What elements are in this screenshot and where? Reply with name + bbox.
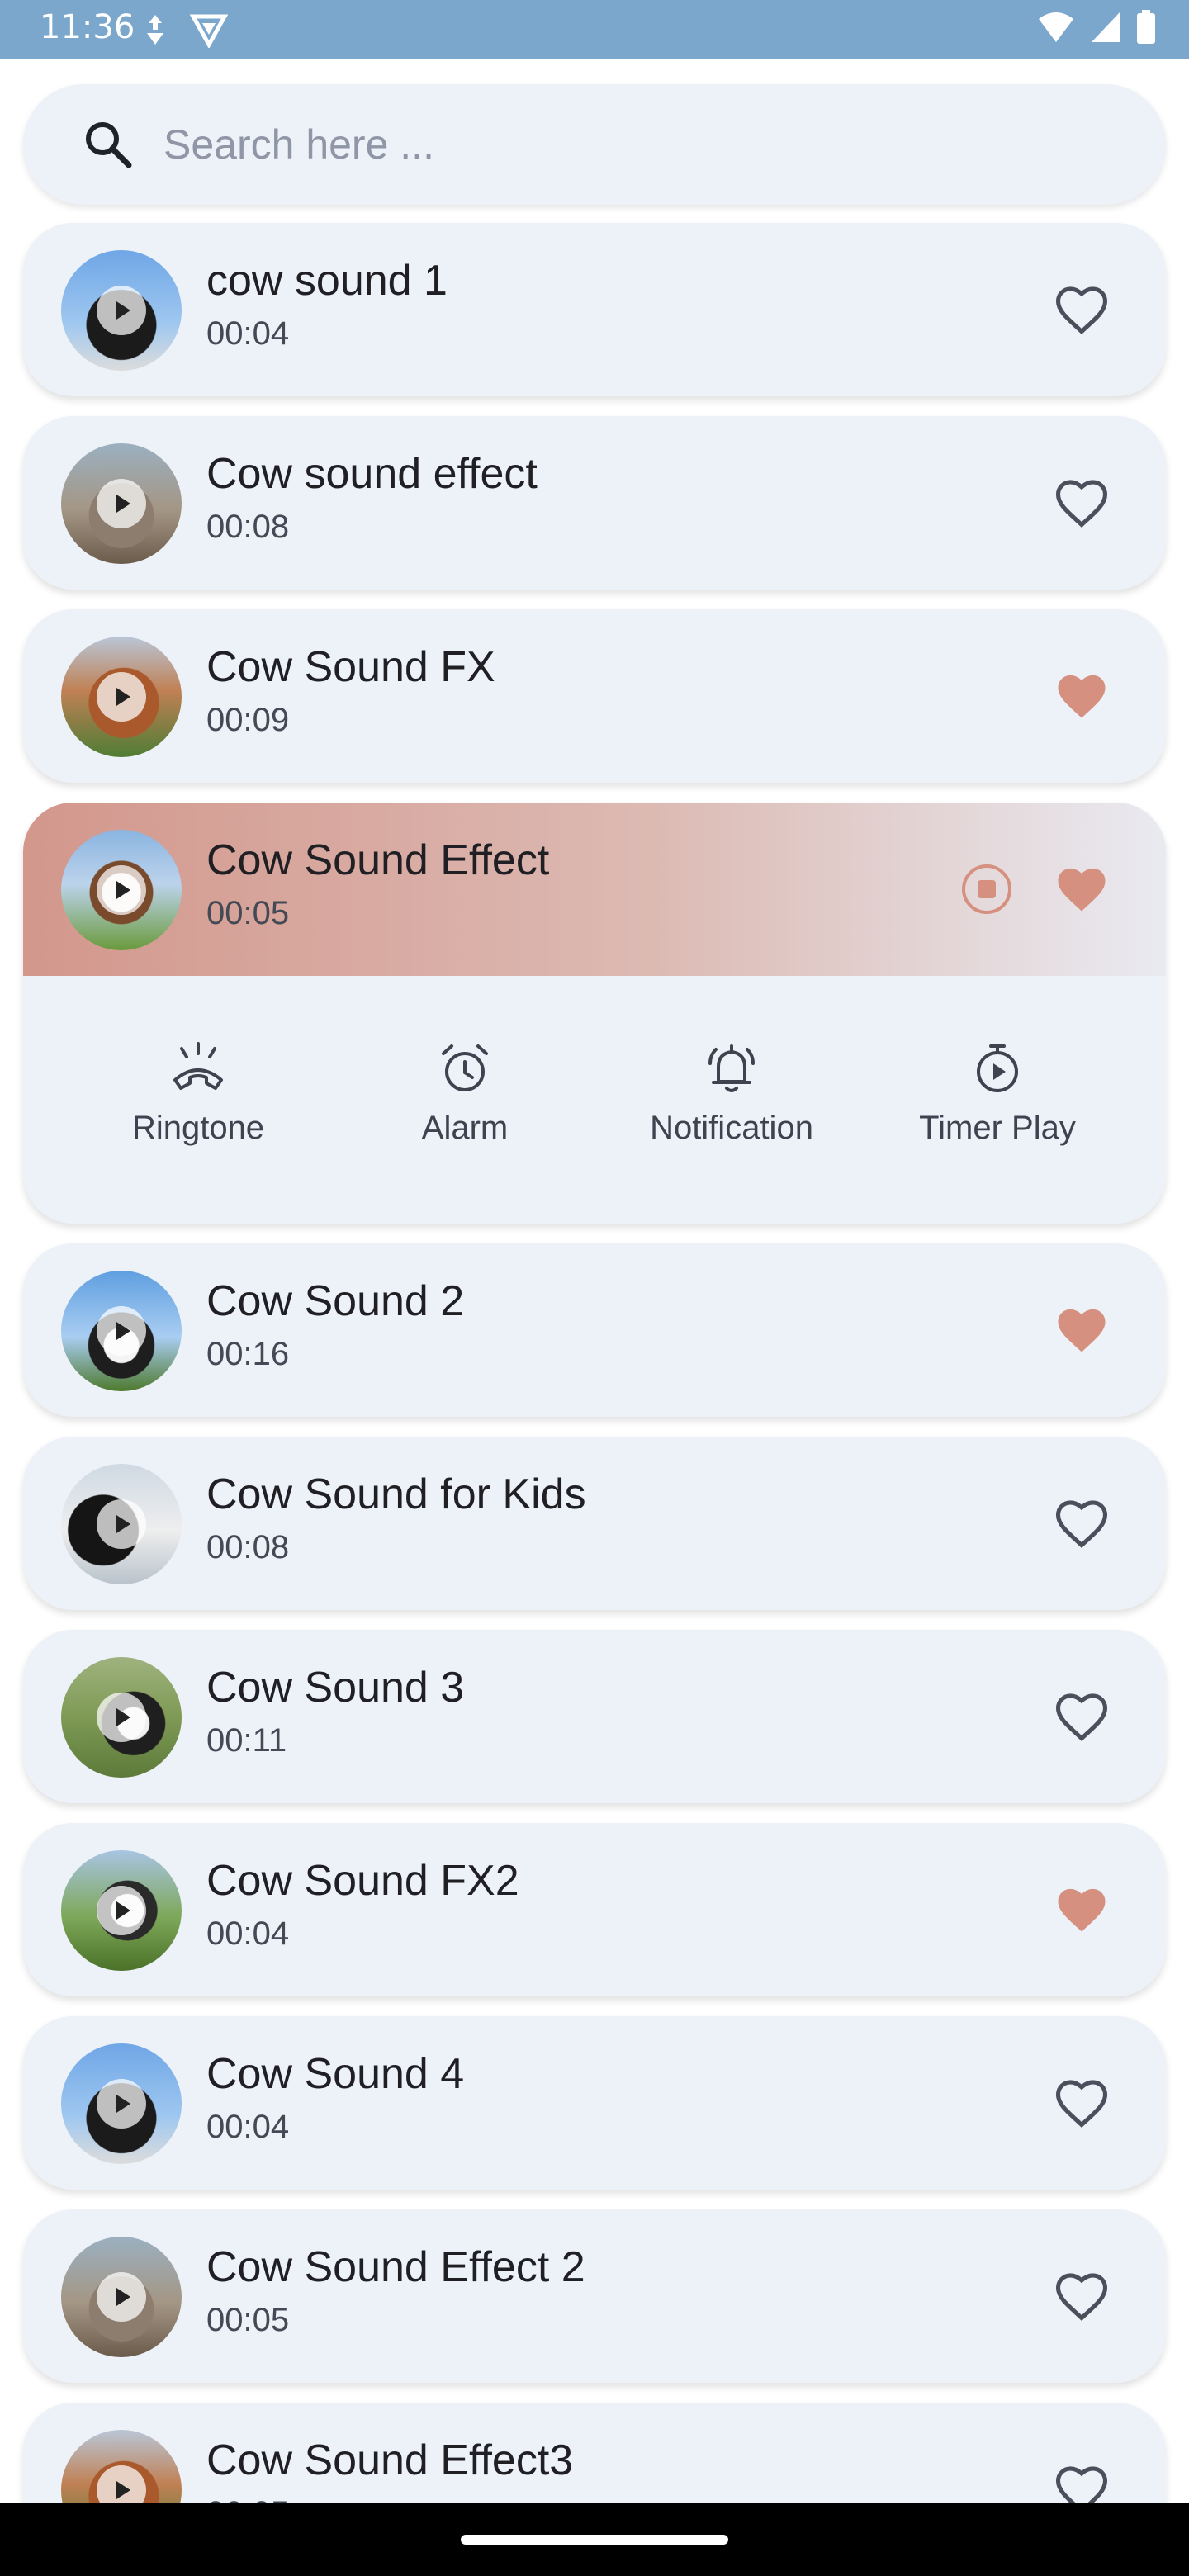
sound-card[interactable]: Cow Sound FX 00:09 — [23, 609, 1166, 783]
favorite-filled-icon[interactable] — [1052, 860, 1111, 920]
stop-icon[interactable] — [959, 862, 1014, 916]
play-icon[interactable] — [97, 865, 146, 915]
play-icon[interactable] — [97, 2079, 146, 2129]
play-icon[interactable] — [97, 1693, 146, 1742]
sound-duration: 00:16 — [206, 1336, 290, 1372]
sound-thumbnail[interactable] — [61, 1657, 182, 1778]
play-icon[interactable] — [97, 1306, 146, 1356]
status-time: 11:36 — [40, 8, 135, 46]
sound-card[interactable]: Cow Sound 4 00:04 — [23, 2016, 1166, 2190]
sound-card[interactable]: Cow sound effect 00:08 — [23, 416, 1166, 590]
sound-thumbnail[interactable] — [61, 1850, 182, 1971]
sound-actions-panel: Ringtone Alarm Notification Timer Play — [23, 976, 1166, 1224]
status-bar: 11:36 — [0, 0, 1189, 59]
sound-title: cow sound 1 — [206, 257, 448, 305]
sound-duration: 00:05 — [206, 2302, 290, 2338]
notification-button[interactable]: Notification — [608, 1039, 855, 1171]
sound-duration: 00:05 — [206, 895, 290, 931]
data-saver-icon — [140, 12, 170, 52]
sound-thumbnail[interactable] — [61, 250, 182, 371]
alarm-button[interactable]: Alarm — [341, 1039, 589, 1171]
favorite-filled-icon[interactable] — [1052, 667, 1111, 727]
play-icon[interactable] — [97, 2465, 146, 2503]
sound-thumbnail[interactable] — [61, 1271, 182, 1391]
favorite-outline-icon[interactable] — [1052, 281, 1111, 340]
play-icon[interactable] — [97, 672, 146, 722]
sound-title: Cow Sound FX — [206, 643, 495, 691]
sound-thumbnail[interactable] — [61, 1464, 182, 1584]
gesture-handle[interactable] — [461, 2535, 728, 2545]
sound-card[interactable]: Cow Sound 3 00:11 — [23, 1630, 1166, 1803]
sound-card[interactable]: Cow Sound Effect 2 00:05 — [23, 2209, 1166, 2383]
sound-title: Cow Sound for Kids — [206, 1470, 586, 1518]
timer-play-label: Timer Play — [919, 1110, 1076, 1146]
sound-card[interactable]: Cow Sound FX2 00:04 — [23, 1823, 1166, 1996]
sound-card-expanded[interactable]: Cow Sound Effect 00:05 Ringtone Alarm No… — [23, 803, 1166, 1224]
sound-card[interactable]: Cow Sound for Kids 00:08 — [23, 1437, 1166, 1610]
favorite-outline-icon[interactable] — [1052, 1494, 1111, 1554]
sound-thumbnail[interactable] — [61, 2043, 182, 2164]
sound-card[interactable]: cow sound 1 00:04 — [23, 223, 1166, 396]
favorite-outline-icon[interactable] — [1052, 1688, 1111, 1747]
sound-title: Cow Sound 2 — [206, 1277, 465, 1325]
sound-duration: 00:04 — [206, 2109, 290, 2145]
sound-title: Cow Sound 3 — [206, 1664, 465, 1712]
navigation-bar — [0, 2503, 1189, 2576]
battery-icon — [1136, 10, 1156, 49]
sound-title: Cow Sound Effect 2 — [206, 2243, 585, 2291]
search-icon — [86, 122, 132, 168]
sound-duration: 00:08 — [206, 509, 290, 545]
play-icon[interactable] — [97, 2272, 146, 2322]
favorite-outline-icon[interactable] — [1052, 2267, 1111, 2327]
sound-title: Cow Sound 4 — [206, 2050, 465, 2098]
sound-title: Cow Sound FX2 — [206, 1857, 519, 1905]
favorite-outline-icon[interactable] — [1052, 474, 1111, 533]
sound-thumbnail[interactable] — [61, 637, 182, 757]
sound-title: Cow Sound Effect — [206, 836, 550, 884]
sound-duration: 00:04 — [206, 315, 290, 352]
alarm-label: Alarm — [421, 1110, 509, 1146]
vpn-shield-icon — [189, 12, 229, 52]
sound-duration: 00:08 — [206, 1529, 290, 1565]
play-icon[interactable] — [97, 1886, 146, 1935]
play-icon[interactable] — [97, 286, 146, 335]
wifi-icon — [1037, 11, 1075, 48]
sound-title: Cow sound effect — [206, 450, 538, 498]
ringtone-label: Ringtone — [131, 1110, 265, 1146]
sound-card[interactable]: Cow Sound Effect3 00:05 — [23, 2403, 1166, 2503]
play-icon[interactable] — [97, 479, 146, 528]
ringtone-button[interactable]: Ringtone — [74, 1039, 322, 1171]
ringtone-icon — [173, 1042, 223, 1090]
notification-icon — [708, 1044, 755, 1092]
timer-play-icon — [977, 1044, 1018, 1092]
favorite-outline-icon[interactable] — [1052, 2074, 1111, 2133]
alarm-icon — [442, 1044, 488, 1091]
sound-duration: 00:09 — [206, 702, 290, 738]
sound-thumbnail[interactable] — [61, 2237, 182, 2357]
sound-thumbnail[interactable] — [61, 443, 182, 564]
sound-thumbnail[interactable] — [61, 2430, 182, 2503]
favorite-outline-icon[interactable] — [1052, 2460, 1111, 2503]
timer-play-button[interactable]: Timer Play — [874, 1039, 1121, 1171]
sound-duration: 00:04 — [206, 1915, 290, 1952]
sound-list-screen[interactable]: Search here ... cow sound 1 00:04 Cow so… — [0, 59, 1189, 2503]
sound-duration: 00:11 — [206, 1722, 287, 1759]
sound-card[interactable]: Cow Sound 2 00:16 — [23, 1243, 1166, 1417]
sound-thumbnail[interactable] — [61, 830, 182, 950]
sound-duration: 00:05 — [206, 2495, 289, 2503]
sound-title: Cow Sound Effect3 — [206, 2436, 574, 2484]
favorite-filled-icon[interactable] — [1052, 1301, 1111, 1361]
search-bar[interactable]: Search here ... — [23, 84, 1166, 205]
favorite-filled-icon[interactable] — [1052, 1881, 1111, 1940]
notification-label: Notification — [650, 1110, 813, 1146]
play-icon[interactable] — [97, 1499, 146, 1549]
search-input[interactable]: Search here ... — [163, 121, 434, 168]
signal-icon — [1090, 11, 1121, 48]
